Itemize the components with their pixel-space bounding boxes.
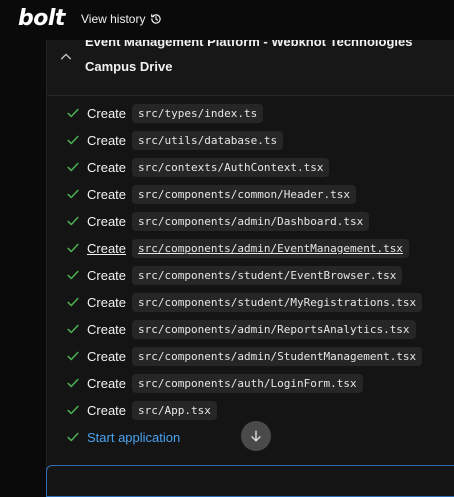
artifact-header[interactable]: Event Management Platform - Webknot Tech… bbox=[47, 34, 454, 96]
action-row: Create src/contexts/AuthContext.tsx bbox=[66, 156, 330, 178]
view-history-button[interactable]: View history bbox=[81, 12, 162, 26]
check-icon bbox=[67, 243, 79, 253]
check-icon bbox=[67, 405, 79, 415]
action-row: Create src/components/auth/LoginForm.tsx bbox=[66, 372, 363, 394]
action-verb: Create bbox=[87, 267, 127, 283]
bolt-logo[interactable]: bolt bbox=[18, 6, 65, 31]
action-row: Create src/components/student/MyRegistrat… bbox=[66, 291, 423, 313]
action-row: Create src/components/admin/EventManageme… bbox=[66, 237, 409, 259]
action-verb: Create bbox=[87, 213, 127, 229]
action-file-path[interactable]: src/App.tsx bbox=[132, 400, 217, 420]
action-verb: Create bbox=[87, 348, 127, 364]
action-row: Create src/App.tsx bbox=[66, 399, 217, 421]
history-icon bbox=[151, 14, 162, 24]
action-file-path[interactable]: src/components/admin/EventManagement.tsx bbox=[132, 238, 409, 258]
action-verb: Create bbox=[87, 294, 127, 310]
action-row: Create src/components/common/Header.tsx bbox=[66, 183, 356, 205]
action-file-path[interactable]: src/utils/database.ts bbox=[132, 130, 284, 150]
check-icon bbox=[67, 432, 79, 442]
action-verb: Create bbox=[87, 186, 127, 202]
action-row-start: Start application bbox=[66, 426, 180, 448]
action-row: Create src/components/student/EventBrowse… bbox=[66, 264, 403, 286]
action-file-path[interactable]: src/components/admin/ReportsAnalytics.ts… bbox=[132, 319, 416, 339]
action-row: Create src/components/admin/ReportsAnalyt… bbox=[66, 318, 416, 340]
top-bar: bolt View history bbox=[0, 0, 454, 40]
check-icon bbox=[67, 216, 79, 226]
check-icon bbox=[67, 189, 79, 199]
chat-input-box[interactable] bbox=[46, 465, 454, 497]
action-file-path[interactable]: src/components/admin/StudentManagement.t… bbox=[132, 346, 423, 366]
action-row: Create src/types/index.ts bbox=[66, 102, 264, 124]
view-history-label: View history bbox=[81, 12, 146, 26]
check-icon bbox=[67, 378, 79, 388]
action-file-path[interactable]: src/components/student/MyRegistrations.t… bbox=[132, 292, 423, 312]
scroll-to-bottom-button[interactable] bbox=[241, 421, 271, 451]
action-row: Create src/components/admin/Dashboard.tsx bbox=[66, 210, 370, 232]
check-icon bbox=[67, 270, 79, 280]
action-verb: Create bbox=[87, 321, 127, 337]
check-icon bbox=[67, 135, 79, 145]
action-verb: Create bbox=[87, 159, 127, 175]
action-file-path[interactable]: src/contexts/AuthContext.tsx bbox=[132, 157, 330, 177]
check-icon bbox=[67, 351, 79, 361]
action-verb: Create bbox=[87, 402, 127, 418]
check-icon bbox=[67, 162, 79, 172]
action-verb: Create bbox=[87, 375, 127, 391]
action-verb: Create bbox=[87, 240, 127, 256]
artifact-title-line-2: Campus Drive bbox=[85, 59, 173, 74]
action-file-path[interactable]: src/components/auth/LoginForm.tsx bbox=[132, 373, 363, 393]
arrow-down-icon bbox=[251, 430, 261, 442]
action-verb: Create bbox=[87, 132, 127, 148]
action-file-path[interactable]: src/types/index.ts bbox=[132, 103, 264, 123]
action-row: Create src/utils/database.ts bbox=[66, 129, 284, 151]
action-file-path[interactable]: src/components/admin/Dashboard.tsx bbox=[132, 211, 370, 231]
check-icon bbox=[67, 297, 79, 307]
check-icon bbox=[67, 324, 79, 334]
action-verb: Create bbox=[87, 105, 127, 121]
chevron-up-icon[interactable] bbox=[59, 50, 73, 64]
action-file-path[interactable]: src/components/common/Header.tsx bbox=[132, 184, 356, 204]
action-file-path[interactable]: src/components/student/EventBrowser.tsx bbox=[132, 265, 403, 285]
check-icon bbox=[67, 108, 79, 118]
start-application-link[interactable]: Start application bbox=[87, 430, 180, 445]
action-row: Create src/components/admin/StudentManage… bbox=[66, 345, 423, 367]
